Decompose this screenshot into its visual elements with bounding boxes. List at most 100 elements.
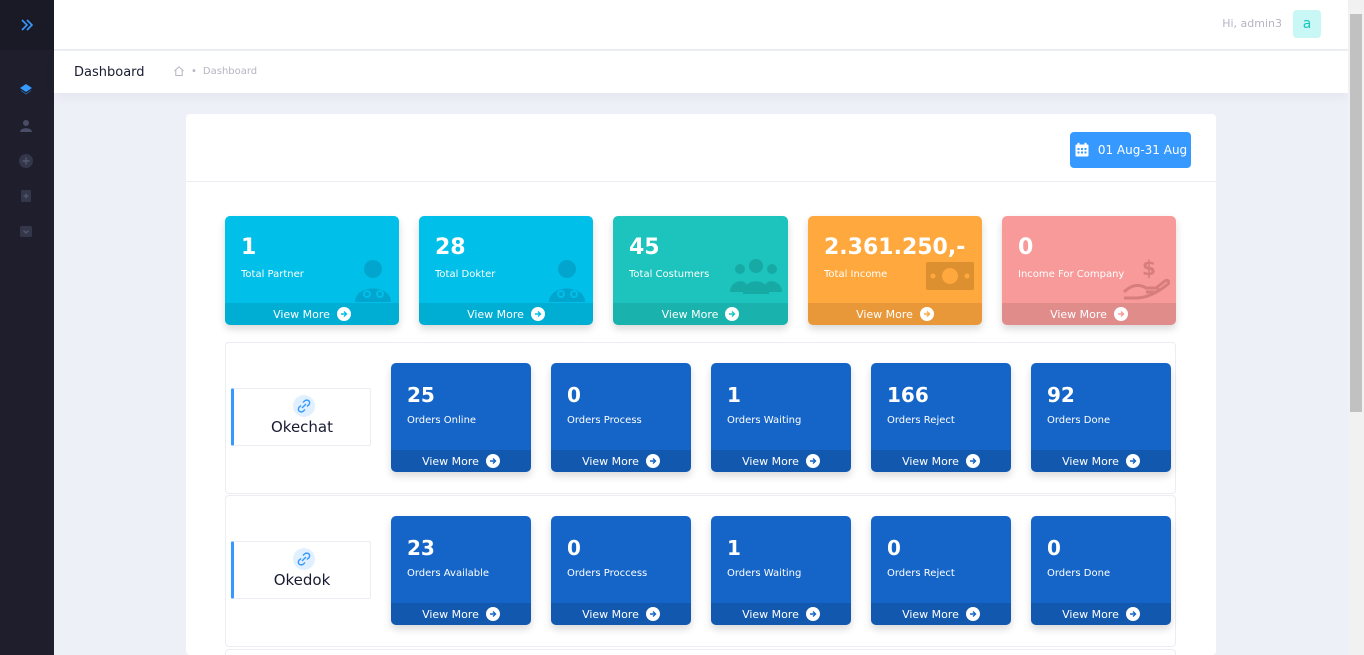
view-more-link[interactable]: View More [871,603,1011,625]
order-label: Orders Reject [887,415,955,426]
order-value: 0 [567,536,581,560]
section-okedok: Okedok 23 Orders Available View More 0 O… [225,495,1176,647]
plus-circle-icon [19,154,33,168]
order-tile-waiting[interactable]: 1 Orders Waiting View More [711,363,851,472]
view-more-link[interactable]: View More [871,450,1011,472]
order-tile-process[interactable]: 0 Orders Process View More [551,363,691,472]
section-okechat: Okechat 25 Orders Online View More 0 Ord… [225,342,1176,494]
sidebar-item-dashboard[interactable] [17,80,35,98]
sidebar-item-new-file[interactable] [17,187,35,205]
file-plus-icon [21,190,31,202]
view-more-label: View More [1062,607,1119,621]
order-tile-waiting[interactable]: 1 Orders Waiting View More [711,516,851,625]
stat-tile-total-income[interactable]: 2.361.250,- Total Income View More [808,216,982,325]
order-label: Orders Waiting [727,568,802,579]
breadcrumb-separator: • [191,65,197,77]
avatar[interactable]: a [1293,10,1321,38]
breadcrumb-item[interactable]: Dashboard [203,66,257,77]
dashboard-card: 01 Aug-31 Aug 1 Total Partner View More … [186,114,1216,655]
stat-tile-total-costumers[interactable]: 45 Total Costumers View More [613,216,788,325]
order-value: 0 [1047,536,1061,560]
order-value: 92 [1047,383,1075,407]
view-more-link[interactable]: View More [711,603,851,625]
arrow-right-circle-icon [805,454,820,468]
stat-value: 2.361.250,- [824,235,966,260]
order-label: Orders Done [1047,415,1111,426]
order-label: Orders Reject [887,568,955,579]
arrow-right-circle-icon [1113,307,1128,321]
order-tile-online[interactable]: 25 Orders Online View More [391,363,531,472]
arrow-right-circle-icon [530,307,545,321]
view-more-link[interactable]: View More [551,450,691,472]
view-more-link[interactable]: View More [419,303,593,325]
order-tile-proccess[interactable]: 0 Orders Proccess View More [551,516,691,625]
view-more-link[interactable]: View More [391,603,531,625]
stat-value: 1 [241,235,257,260]
date-range-button[interactable]: 01 Aug-31 Aug [1070,132,1191,168]
arrow-right-circle-icon [725,307,740,321]
arrow-right-circle-icon [1125,454,1140,468]
view-more-link[interactable]: View More [391,450,531,472]
view-more-label: View More [902,607,959,621]
sidebar-item-users[interactable] [17,117,35,135]
order-label: Orders Process [567,415,642,426]
view-more-link[interactable]: View More [1002,303,1176,325]
sidebar-item-inbox[interactable] [17,222,35,240]
home-icon[interactable] [173,65,185,77]
arrow-right-circle-icon [336,307,351,321]
arrow-right-circle-icon [805,607,820,621]
stat-value: 0 [1018,235,1034,260]
order-tile-reject[interactable]: 166 Orders Reject View More [871,363,1011,472]
order-label: Orders Done [1047,568,1111,579]
arrow-right-circle-icon [919,307,934,321]
view-more-link[interactable]: View More [1031,450,1171,472]
sidebar-toggle-button[interactable] [0,0,54,50]
order-label: Orders Proccess [567,568,648,579]
view-more-label: View More [467,307,524,321]
view-more-link[interactable]: View More [225,303,399,325]
stat-tile-total-partner[interactable]: 1 Total Partner View More [225,216,399,325]
brand-name: Okedok [273,571,331,589]
page-scrollbar[interactable] [1348,0,1364,655]
order-tile-done[interactable]: 0 Orders Done View More [1031,516,1171,625]
order-tile-reject[interactable]: 0 Orders Reject View More [871,516,1011,625]
stat-label: Total Costumers [629,269,710,280]
view-more-link[interactable]: View More [551,603,691,625]
subheader: Dashboard • Dashboard [54,51,1348,93]
arrow-right-circle-icon [485,607,500,621]
view-more-label: View More [742,454,799,468]
svg-text:$: $ [1142,258,1156,280]
order-tile-available[interactable]: 23 Orders Available View More [391,516,531,625]
arrow-right-circle-icon [1125,607,1140,621]
view-more-label: View More [582,454,639,468]
order-value: 25 [407,383,435,407]
double-chevron-right-icon [21,19,34,31]
view-more-label: View More [742,607,799,621]
view-more-link[interactable]: View More [613,303,788,325]
stat-tile-total-dokter[interactable]: 28 Total Dokter View More [419,216,593,325]
users-icon [730,259,782,294]
stat-label: Total Dokter [435,269,496,280]
order-value: 0 [567,383,581,407]
view-more-link[interactable]: View More [711,450,851,472]
top-header: Hi, admin3 a [54,0,1348,50]
arrow-right-circle-icon [645,454,660,468]
order-tile-done[interactable]: 92 Orders Done View More [1031,363,1171,472]
scrollbar-thumb[interactable] [1350,14,1362,412]
stat-label: Total Income [824,269,888,280]
hand-dollar-icon: $ [1122,258,1170,300]
view-more-label: View More [1062,454,1119,468]
stat-tile-income-for-company[interactable]: 0 Income For Company $ View More [1002,216,1176,325]
view-more-link[interactable]: View More [808,303,982,325]
doctor-icon [355,260,391,302]
calendar-icon [1075,142,1089,157]
view-more-label: View More [856,307,913,321]
view-more-label: View More [422,607,479,621]
link-icon [293,548,315,570]
view-more-link[interactable]: View More [1031,603,1171,625]
user-greeting[interactable]: Hi, admin3 [1222,17,1282,30]
stat-value: 28 [435,235,466,260]
section-partial [225,649,1176,655]
sidebar-item-add[interactable] [17,152,35,170]
brand-okedok: Okedok [231,541,371,599]
